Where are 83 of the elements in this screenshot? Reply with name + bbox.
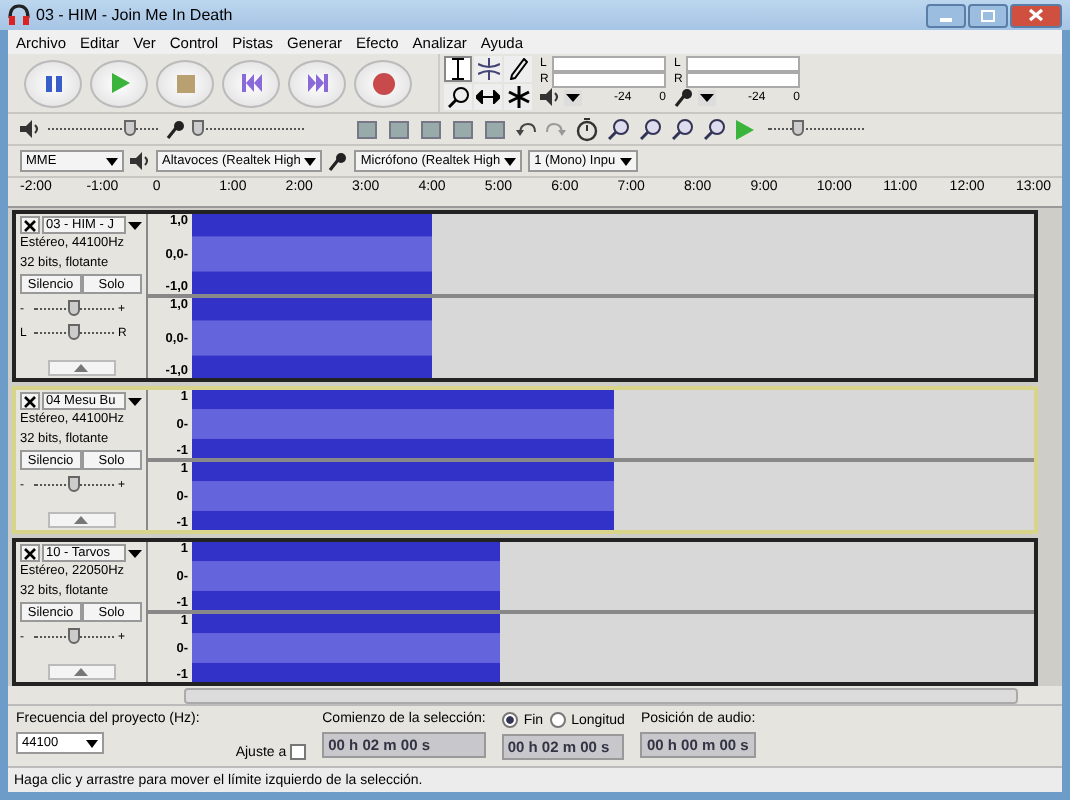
microphone-icon — [328, 151, 349, 171]
radio-button[interactable] — [549, 712, 566, 728]
pause-icon — [43, 73, 63, 93]
envelope-icon — [477, 58, 499, 80]
close-icon — [1028, 8, 1044, 22]
caret-up-icon — [74, 668, 88, 676]
caret-icon — [619, 157, 632, 165]
collapse-button[interactable] — [47, 512, 115, 528]
scrollbar-thumb[interactable] — [184, 688, 1018, 704]
skip-to-end-icon — [307, 74, 327, 92]
close-button[interactable] — [1010, 3, 1062, 27]
window-title: 03 - HIM - Join Me In Death — [36, 6, 233, 24]
radio-button[interactable] — [501, 712, 518, 728]
undo-icon — [516, 121, 536, 137]
headphones-icon — [8, 4, 30, 26]
skip-to-start-button[interactable] — [222, 59, 280, 107]
maximize-button[interactable] — [968, 3, 1008, 27]
multi-tool[interactable] — [504, 84, 532, 110]
caret-icon — [128, 549, 142, 557]
magnifier-icon — [447, 86, 469, 108]
caret-icon — [504, 157, 517, 165]
snap-checkbox[interactable] — [290, 744, 307, 760]
time-shift-tool[interactable] — [474, 84, 502, 110]
close-icon — [24, 547, 36, 559]
fit-selection-button[interactable] — [668, 116, 698, 142]
record-icon — [371, 71, 395, 95]
caret-icon — [128, 221, 142, 229]
stopwatch-icon — [576, 117, 598, 141]
timer-button[interactable] — [572, 116, 602, 142]
caret-up-icon — [74, 516, 88, 524]
pause-button[interactable] — [24, 59, 82, 107]
stop-icon — [175, 73, 195, 93]
caret-icon — [106, 157, 118, 165]
asterisk-icon — [507, 86, 529, 108]
i-beam-icon — [450, 58, 466, 80]
double-arrow-icon — [476, 90, 500, 104]
copy-button[interactable] — [384, 116, 414, 142]
speaker-icon — [130, 152, 150, 170]
magnifier-icon — [640, 118, 662, 140]
selection-tool[interactable] — [444, 56, 472, 82]
caret-up-icon — [74, 364, 88, 372]
speaker-icon — [540, 88, 560, 106]
microphone-icon — [674, 88, 694, 108]
cut-button[interactable] — [352, 116, 382, 142]
close-icon — [24, 219, 36, 231]
gain-slider[interactable] — [34, 300, 114, 318]
magnifier-icon — [704, 118, 726, 140]
zoom-tool[interactable] — [444, 84, 472, 110]
zoom-out-button[interactable] — [636, 116, 666, 142]
play-icon — [109, 72, 129, 94]
fit-project-button[interactable] — [700, 116, 730, 142]
magnifier-icon — [608, 118, 630, 140]
play-speed-slider[interactable] — [768, 120, 864, 138]
pan-slider[interactable] — [34, 324, 114, 342]
record-button[interactable] — [354, 59, 412, 107]
play-icon — [736, 119, 754, 139]
redo-icon — [546, 121, 566, 137]
gain-slider[interactable] — [34, 476, 114, 494]
gain-slider[interactable] — [34, 628, 114, 646]
collapse-button[interactable] — [47, 664, 115, 680]
magnifier-icon — [672, 118, 694, 140]
maximize-icon — [980, 9, 996, 21]
caret-icon — [86, 739, 98, 747]
horizontal-scrollbar[interactable] — [8, 686, 1062, 704]
input-volume-slider[interactable] — [194, 120, 304, 138]
envelope-tool[interactable] — [474, 56, 502, 82]
speaker-icon — [20, 120, 40, 138]
close-icon — [24, 395, 36, 407]
meter-menu-button[interactable] — [697, 90, 716, 106]
output-volume-slider[interactable] — [48, 120, 158, 138]
caret-icon — [128, 397, 142, 405]
meter-menu-button[interactable] — [563, 89, 582, 105]
draw-tool[interactable] — [504, 56, 532, 82]
skip-to-end-button[interactable] — [288, 59, 346, 107]
skip-to-start-icon — [241, 74, 261, 92]
zoom-in-button[interactable] — [604, 116, 634, 142]
caret-icon — [699, 94, 714, 102]
pencil-icon — [509, 58, 527, 80]
minimize-button[interactable] — [926, 3, 966, 27]
caret-icon — [565, 93, 580, 101]
microphone-icon — [166, 119, 186, 139]
collapse-button[interactable] — [47, 360, 115, 376]
caret-icon — [304, 157, 317, 165]
